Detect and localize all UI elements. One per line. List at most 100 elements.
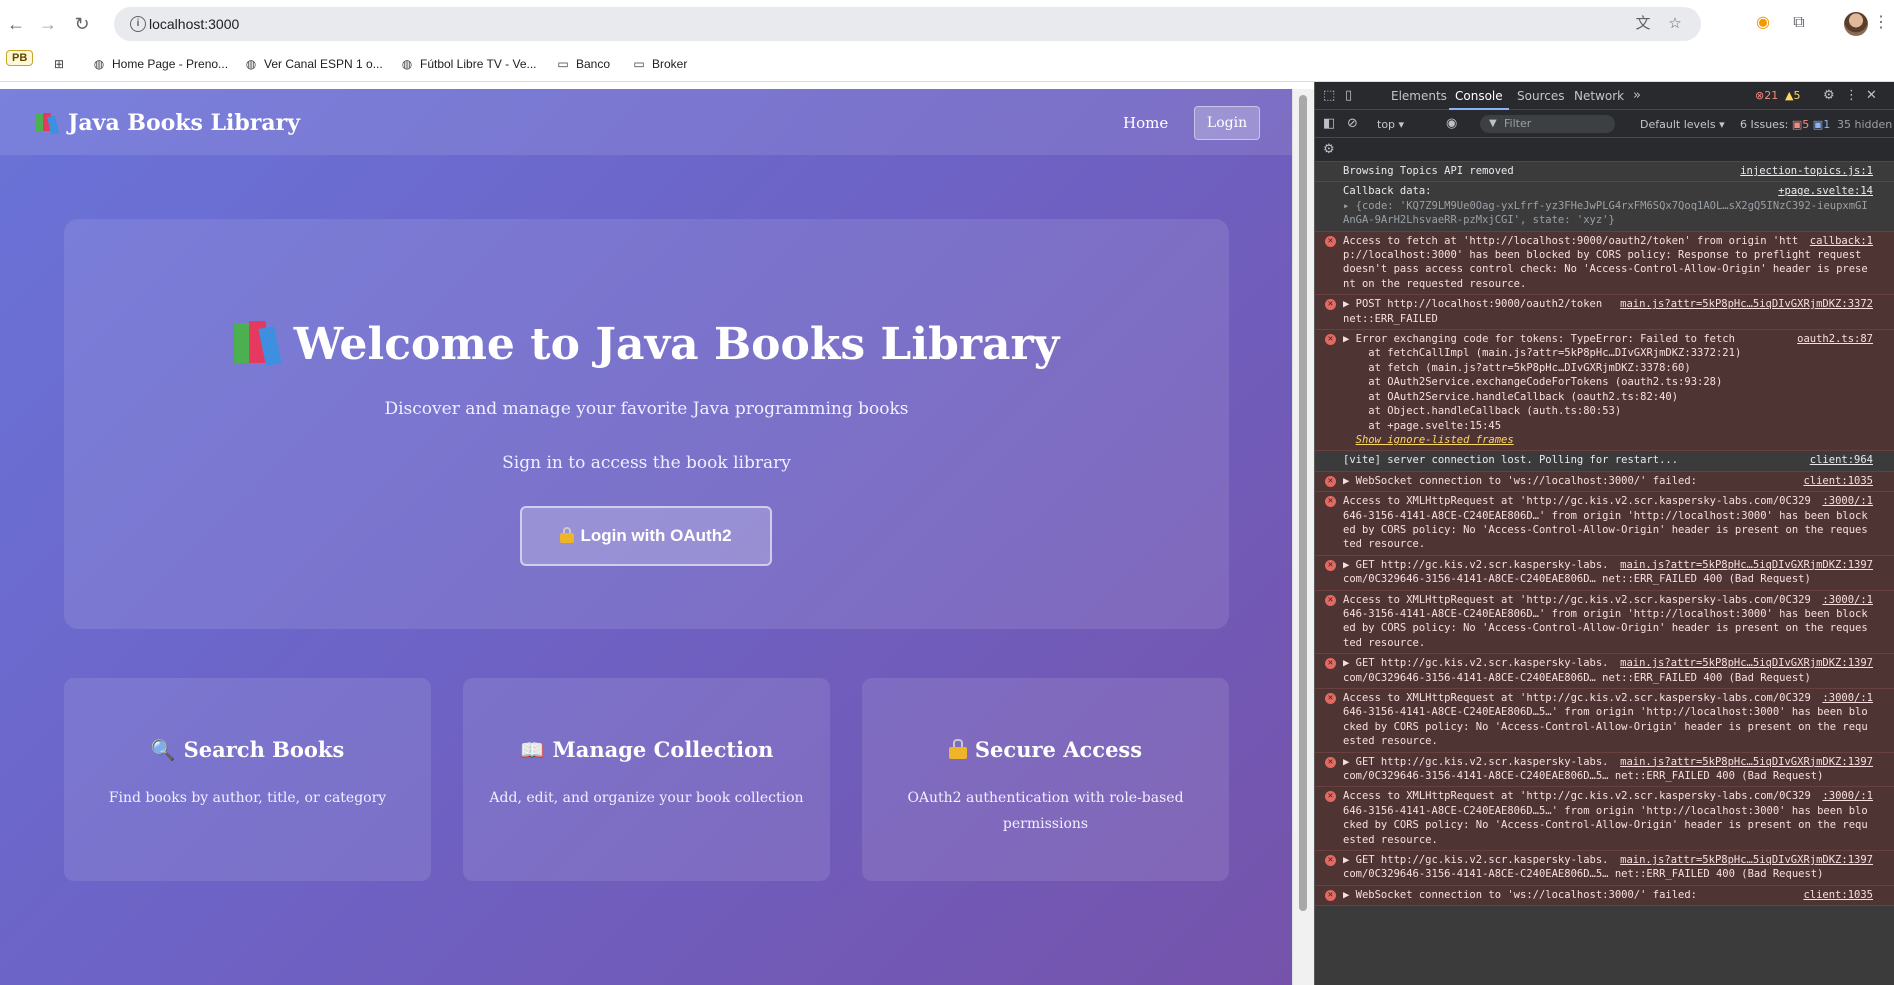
console-error: ✕ main.js?attr=5kP8pHc…5iqDIvGXRjmDKZ:139… — [1315, 851, 1894, 886]
error-icon: ✕ — [1325, 594, 1336, 606]
live-expression-eye-icon[interactable]: ◉ — [1446, 116, 1457, 131]
translate-icon[interactable]: 文 — [1634, 15, 1652, 33]
console-error: ✕:3000/:1 Access to XMLHttpRequest at 'ht… — [1315, 492, 1894, 556]
console-filter-input[interactable]: ▼ Filter — [1480, 115, 1615, 133]
folder-icon: ▭ — [557, 57, 569, 71]
error-icon: ✕ — [1325, 889, 1336, 901]
reload-icon[interactable]: ↻ — [70, 12, 94, 36]
warning-count-badge[interactable]: ▲5 — [1785, 89, 1800, 102]
error-icon: ✕ — [1325, 475, 1336, 487]
books-icon — [233, 321, 282, 367]
settings-gear-icon[interactable]: ⚙ — [1823, 88, 1835, 103]
error-icon: ✕ — [1325, 855, 1336, 867]
extension-icon[interactable]: ◉ — [1752, 12, 1774, 34]
nav-home-link[interactable]: Home — [1123, 114, 1168, 132]
bookmark-home-page[interactable]: ◍ Home Page - Preno... — [92, 57, 228, 71]
filter-icon: ▼ — [1489, 118, 1497, 129]
close-devtools-icon[interactable]: ✕ — [1866, 88, 1877, 103]
forward-icon[interactable]: → — [36, 12, 60, 36]
app-header: Java Books Library Home Login — [0, 89, 1292, 155]
lock-icon — [560, 527, 575, 543]
tab-sources[interactable]: Sources — [1517, 89, 1564, 103]
console-error: ✕ main.js?attr=5kP8pHc…5iqDIvGXRjmDKZ:139… — [1315, 752, 1894, 788]
tab-network[interactable]: Network — [1574, 89, 1624, 103]
tab-console[interactable]: Console — [1449, 89, 1509, 110]
console-message: injection-topics.js:1 Browsing Topics API… — [1315, 162, 1894, 183]
folder-icon: ▭ — [633, 57, 645, 71]
magnifier-icon: 🔍 — [150, 738, 176, 762]
devtools-tabbar: ⬚ ▯ Elements Console Sources Network » ⊗… — [1315, 82, 1894, 110]
url-text[interactable]: localhost:3000 — [149, 16, 239, 32]
hero-subtitle: Discover and manage your favorite Java p… — [384, 399, 909, 419]
back-icon[interactable]: ← — [4, 12, 28, 36]
error-icon: ✕ — [1325, 693, 1336, 704]
login-oauth2-button[interactable]: Login with OAuth2 — [520, 506, 772, 566]
hero-title: Welcome to Java Books Library — [64, 319, 1229, 370]
profile-badge[interactable]: PB — [6, 50, 34, 66]
console-error: ✕ main.js?attr=5kP8pHc…5iqDIvGXRjmDKZ:139… — [1315, 555, 1894, 591]
bookmark-star-icon[interactable]: ☆ — [1666, 15, 1684, 33]
console-error: ✕ callback:1 Access to fetch at 'http://lo… — [1315, 231, 1894, 296]
console-settings-row: ⚙ — [1315, 138, 1894, 162]
bookmark-futbol-libre[interactable]: ◍ Fútbol Libre TV - Ve... — [400, 57, 537, 71]
context-selector[interactable]: top ▾ — [1377, 118, 1404, 131]
error-count-badge[interactable]: ⊗21 — [1755, 89, 1778, 102]
error-icon: ✕ — [1325, 299, 1336, 311]
globe-icon: ◍ — [401, 57, 413, 71]
open-book-icon: 📖 — [519, 738, 545, 762]
scrollbar-thumb[interactable] — [1299, 95, 1307, 911]
menu-kebab-icon[interactable]: ⋮ — [1870, 12, 1892, 34]
devtools-menu-icon[interactable]: ⋮ — [1845, 88, 1858, 103]
console-error: ✕ client:1035 ▶ WebSocket connection to 'w… — [1315, 471, 1894, 493]
hidden-count: 35 hidden — [1837, 118, 1893, 131]
inspect-element-icon[interactable]: ⬚ — [1323, 88, 1335, 103]
profile-avatar[interactable] — [1844, 12, 1868, 36]
console-error: ✕ oauth2.ts:87 ▶ Error exchanging code for… — [1315, 330, 1894, 452]
address-bar[interactable]: i localhost:3000 文 ☆ — [114, 7, 1701, 41]
console-error: ✕ client:1035 ▶ WebSocket connection to 'w… — [1315, 885, 1894, 907]
log-levels-dropdown[interactable]: Default levels ▾ — [1640, 118, 1725, 131]
sidebar-toggle-icon[interactable]: ◧ — [1323, 116, 1335, 131]
feature-card-manage: 📖 Manage Collection Add, edit, and organi… — [463, 678, 830, 881]
error-icon: ✕ — [1325, 496, 1336, 508]
bookmarks-bar: ⊞ ◍ Home Page - Preno... ◍ Ver Canal ESPN … — [0, 48, 1894, 82]
console-message: client:964 [vite] server connection lost.… — [1315, 451, 1894, 472]
devtools-panel: ⬚ ▯ Elements Console Sources Network » ⊗… — [1314, 82, 1894, 985]
bookmark-broker[interactable]: ▭ Broker — [632, 57, 687, 71]
site-info-icon[interactable]: i — [130, 16, 146, 32]
console-error: ✕:3000/:1 Access to XMLHttpRequest at 'ht… — [1315, 787, 1894, 852]
issues-counter[interactable]: 6 Issues: ▣5 ▣1 — [1740, 118, 1830, 131]
apps-grid-icon[interactable]: ⊞ — [52, 57, 72, 71]
app-viewport: Java Books Library Home Login Welcome to… — [0, 89, 1292, 985]
more-tabs-icon[interactable]: » — [1633, 88, 1641, 103]
feature-card-secure: Secure Access OAuth2 authentication with… — [862, 678, 1229, 881]
signin-prompt: Sign in to access the book library — [502, 453, 791, 473]
console-error: ✕ main.js?attr=5kP8pHc…5iqDIvGXRjmDKZ:139… — [1315, 654, 1894, 689]
console-error: ✕ main.js?attr=5kP8pHc…5iqDIvGXRjmDKZ:337… — [1315, 295, 1894, 331]
brand[interactable]: Java Books Library — [36, 110, 300, 136]
clear-console-icon[interactable]: ⊘ — [1347, 116, 1358, 131]
globe-icon: ◍ — [245, 57, 257, 71]
console-error: ✕:3000/:1 Access to XMLHttpRequest at 'ht… — [1315, 590, 1894, 655]
device-toolbar-icon[interactable]: ▯ — [1345, 88, 1352, 103]
books-icon — [36, 113, 59, 135]
console-error: ✕:3000/:1 Access to XMLHttpRequest at 'ht… — [1315, 689, 1894, 753]
tab-elements[interactable]: Elements — [1391, 89, 1447, 103]
lock-icon — [948, 739, 967, 759]
error-icon: ✕ — [1325, 791, 1336, 803]
browser-toolbar: ← → ↻ i localhost:3000 文 ☆ ◉ ⧉ ⋮ — [0, 0, 1894, 48]
callback-object[interactable]: ▸ {code: 'KQ7Z9LM9Ue0Oag-yxLfrf-yz3FHeJw… — [1343, 200, 1868, 226]
page-scrollbar[interactable] — [1292, 89, 1314, 985]
error-icon: ✕ — [1325, 658, 1336, 670]
feature-card-search: 🔍 Search Books Find books by author, titl… — [64, 678, 431, 881]
bookmark-espn[interactable]: ◍ Ver Canal ESPN 1 o... — [244, 57, 383, 71]
bookmark-banco[interactable]: ▭ Banco — [556, 57, 610, 71]
console-settings-icon[interactable]: ⚙ — [1323, 142, 1335, 157]
extensions-puzzle-icon[interactable]: ⧉ — [1788, 12, 1810, 34]
nav-login-button[interactable]: Login — [1194, 106, 1260, 140]
error-icon: ✕ — [1325, 756, 1336, 768]
console-message: +page.svelte:14 Callback data: ▸ {code: '… — [1315, 182, 1894, 232]
error-icon: ✕ — [1325, 334, 1336, 346]
show-ignore-listed-link[interactable]: Show ignore-listed frames — [1356, 434, 1514, 446]
hero-card: Welcome to Java Books Library Discover a… — [64, 219, 1229, 629]
